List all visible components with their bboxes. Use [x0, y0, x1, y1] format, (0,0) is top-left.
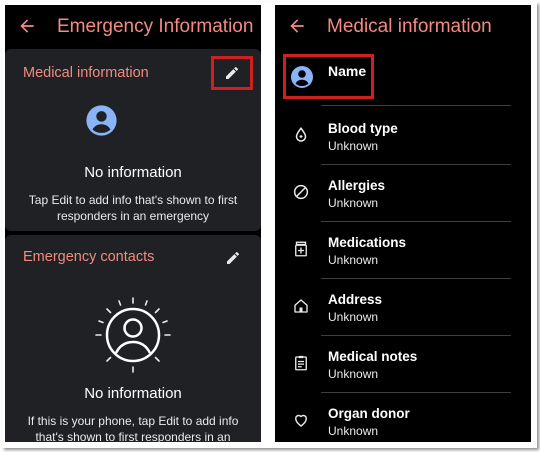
back-arrow-icon[interactable] — [287, 16, 307, 36]
row-value: Unknown — [328, 367, 379, 381]
screenshot-frame: Emergency Information Medical informatio… — [2, 2, 537, 448]
back-arrow-icon[interactable] — [17, 16, 37, 36]
row-value: Unknown — [328, 139, 379, 153]
medical-notes-row[interactable]: Medical notes Unknown — [275, 335, 531, 392]
contact-person-icon — [95, 297, 171, 373]
emergency-information-screen: Emergency Information Medical informatio… — [5, 5, 261, 442]
organ-donor-row[interactable]: Organ donor Unknown — [275, 392, 531, 442]
blood-drop-icon — [295, 127, 307, 142]
card-title: Emergency contacts — [23, 249, 155, 265]
no-information-text: No information — [84, 385, 182, 402]
medical-hint-text: Tap Edit to add info that's shown to fir… — [28, 193, 238, 223]
row-label: Address — [328, 292, 383, 307]
app-bar: Medical information — [275, 5, 531, 49]
medical-information-screen: Medical information Name Blood type Unkn… — [275, 5, 531, 442]
row-value: Unknown — [328, 253, 379, 267]
row-label: Blood type — [328, 121, 398, 136]
edit-medical-button[interactable] — [211, 56, 253, 90]
app-bar: Emergency Information — [5, 5, 261, 49]
clipboard-icon — [295, 355, 307, 371]
name-highlight-box — [283, 54, 374, 99]
row-label: Allergies — [328, 178, 386, 193]
row-label: Medications — [328, 235, 407, 250]
edit-contacts-button[interactable] — [214, 243, 252, 273]
card-title: Medical information — [23, 65, 149, 81]
emergency-contacts-card: Emergency contacts No information If thi… — [5, 235, 261, 442]
allergies-row[interactable]: Allergies Unknown — [275, 164, 531, 221]
contacts-hint-text: If this is your phone, tap Edit to add i… — [27, 414, 239, 442]
pencil-icon — [226, 67, 238, 79]
row-value: Unknown — [328, 196, 379, 210]
heart-icon — [295, 414, 307, 427]
address-row[interactable]: Address Unknown — [275, 278, 531, 335]
home-icon — [294, 299, 308, 313]
page-title: Medical information — [327, 16, 492, 37]
person-avatar-icon — [86, 105, 117, 136]
row-value: Unknown — [328, 424, 379, 438]
no-information-text: No information — [84, 164, 182, 181]
page-title: Emergency Information — [57, 16, 254, 37]
pencil-icon — [227, 252, 239, 264]
blood-type-row[interactable]: Blood type Unknown — [275, 107, 531, 164]
row-value: Unknown — [328, 310, 379, 324]
medications-row[interactable]: Medications Unknown — [275, 221, 531, 278]
row-label: Medical notes — [328, 349, 418, 364]
row-label: Organ donor — [328, 406, 410, 421]
divider — [321, 105, 511, 106]
medication-icon — [295, 241, 307, 257]
medical-information-card: Medical information No information Tap E… — [5, 49, 261, 231]
no-symbol-icon — [293, 184, 309, 200]
